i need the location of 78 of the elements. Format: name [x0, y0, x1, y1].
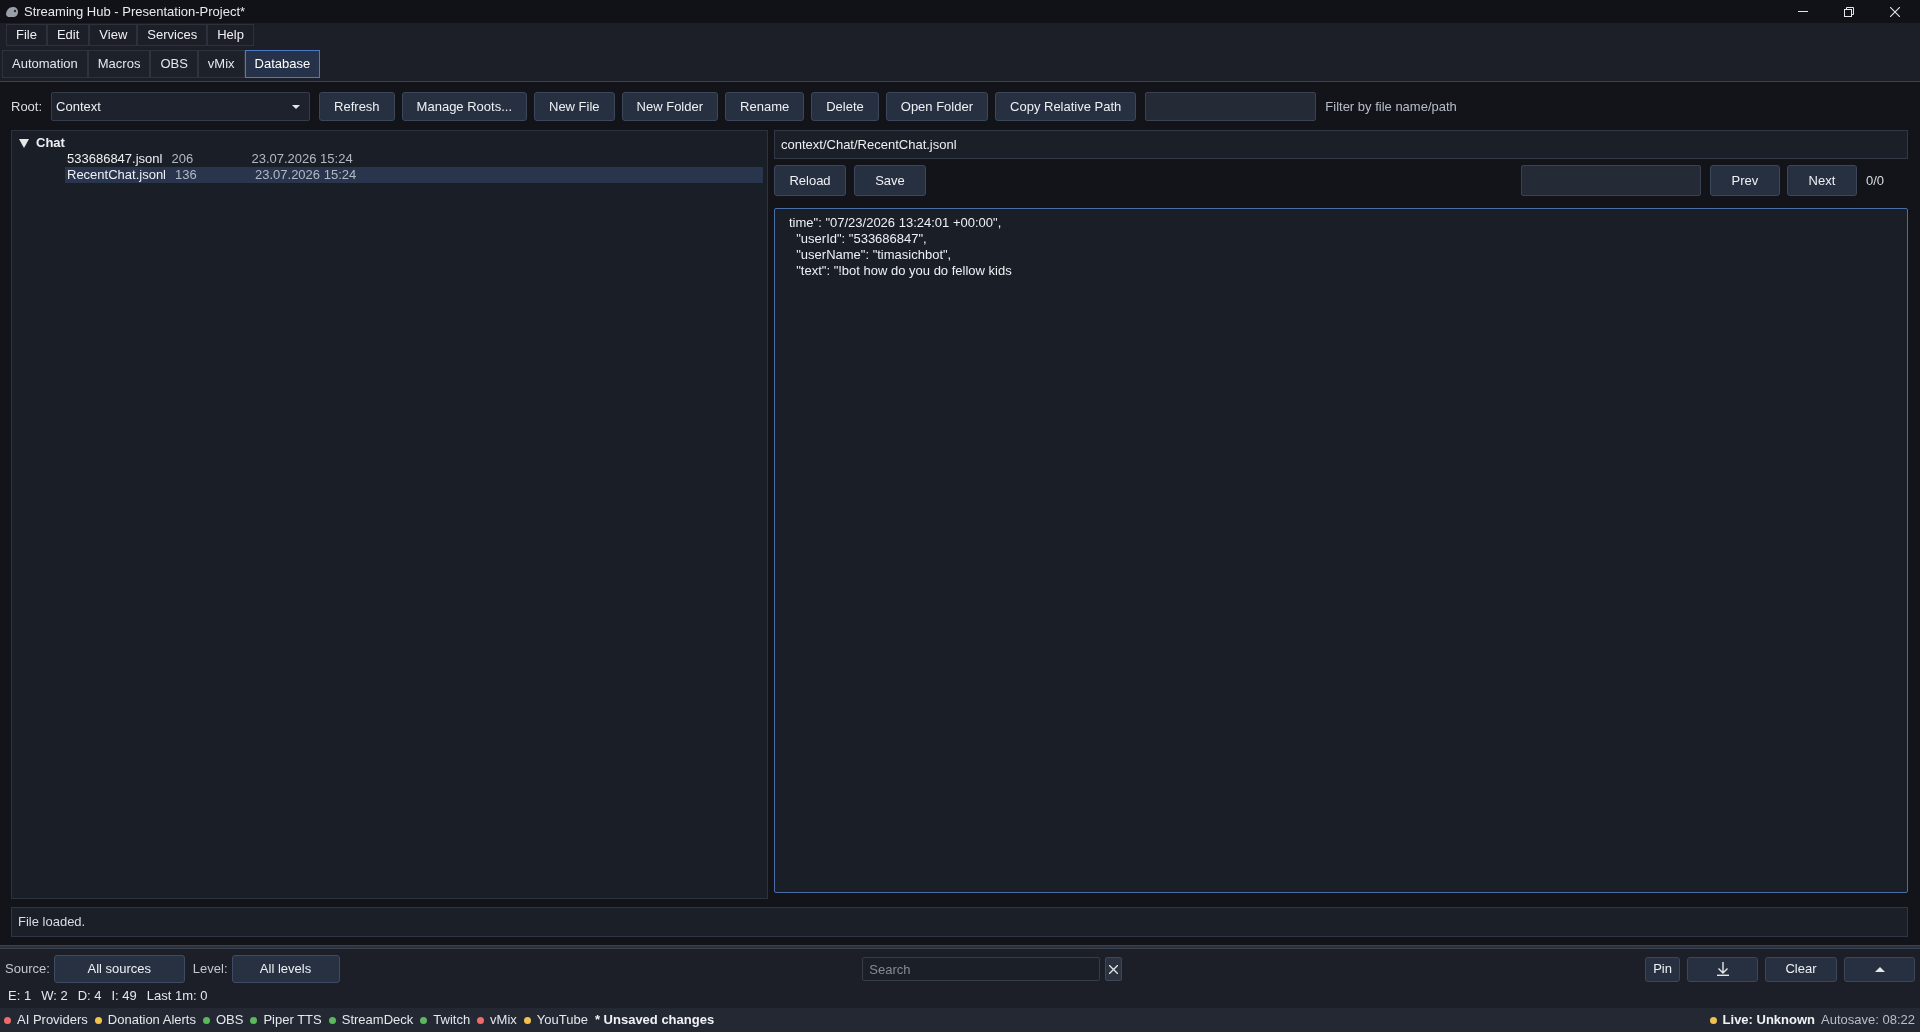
tab[interactable]: Macros: [87, 50, 151, 78]
service-name: Piper TTS: [263, 1012, 322, 1028]
editor-button[interactable]: Reload: [774, 165, 846, 196]
file-name: 533686847.jsonl: [67, 151, 163, 167]
toolbar-button[interactable]: Rename: [725, 92, 805, 121]
editor-line: "userName": "timasichbot",: [795, 247, 953, 263]
file-date: 23.07.2026 15:24: [255, 167, 357, 183]
tab[interactable]: Database: [244, 50, 321, 78]
unsaved-indicator: * Unsaved changes: [594, 1012, 715, 1028]
download-button[interactable]: [1687, 956, 1758, 982]
level-label: Level:: [192, 961, 228, 977]
match-count: 0/0: [1865, 172, 1884, 189]
source-dropdown[interactable]: All sources: [53, 955, 185, 983]
toolbar-button[interactable]: Delete: [811, 92, 879, 121]
service-name: Donation Alerts: [107, 1012, 196, 1028]
window-title: Streaming Hub - Presentation-Project*: [24, 3, 246, 20]
app-icon: [5, 5, 19, 18]
text-editor[interactable]: time": "07/23/2026 13:24:01 +00:00", "userId": "533686847", "userName": "timasichbot", "text": "!bot how do you do fellow kids: [774, 208, 1908, 893]
search-field[interactable]: Search: [862, 957, 1101, 981]
editor-line: time": "07/23/2026 13:24:01 +00:00",: [789, 215, 1003, 231]
editor-line: "text": "!bot how do you do fellow kids: [795, 263, 1013, 279]
expand-triangle-icon[interactable]: [19, 138, 29, 148]
triangle-up-icon: [1874, 966, 1885, 972]
log-button[interactable]: Pin: [1645, 956, 1680, 982]
restore-icon[interactable]: [1844, 6, 1854, 17]
tab[interactable]: OBS: [150, 50, 198, 78]
toolbar-button[interactable]: New Folder: [621, 92, 719, 121]
close-icon[interactable]: [1890, 6, 1900, 17]
service-name: AI Providers: [17, 1012, 88, 1028]
live-status: Live: Unknown: [1722, 1012, 1816, 1028]
caret-icon: [292, 104, 301, 109]
editor-line: "userId": "533686847",: [795, 231, 928, 247]
file-size: 206: [171, 151, 195, 167]
nav-button[interactable]: Next: [1786, 165, 1857, 196]
log-button[interactable]: Clear: [1765, 956, 1837, 982]
root-dropdown[interactable]: Context: [51, 92, 311, 121]
service-name: vMix: [490, 1012, 517, 1028]
menu-item[interactable]: Help: [207, 24, 254, 46]
menu-item[interactable]: View: [89, 24, 138, 46]
autosave-status: Autosave: 08:22: [1821, 1012, 1915, 1028]
log-stat: W: 2: [41, 987, 68, 1004]
download-icon: [1716, 962, 1729, 976]
find-field[interactable]: [1520, 165, 1701, 196]
file-name: RecentChat.jsonl: [67, 167, 166, 183]
toolbar-button[interactable]: Refresh: [319, 92, 395, 121]
toolbar-button[interactable]: Open Folder: [885, 92, 989, 121]
log-stat: D: 4: [77, 987, 102, 1004]
log-stat: Last 1m: 0: [146, 987, 208, 1004]
source-label: Source:: [5, 961, 50, 977]
menu-item[interactable]: Services: [137, 24, 208, 46]
status-message: File loaded.: [11, 907, 1908, 937]
file-date: 23.07.2026 15:24: [251, 151, 353, 167]
service-name: OBS: [216, 1012, 244, 1028]
toolbar-button[interactable]: Manage Roots...: [401, 92, 527, 121]
close-icon: [1109, 964, 1119, 974]
path-field[interactable]: context/Chat/RecentChat.jsonl: [774, 130, 1908, 159]
file-size: 136: [175, 167, 198, 183]
log-stat: E: 1: [8, 987, 32, 1004]
menu-item[interactable]: File: [6, 24, 47, 46]
menu-item[interactable]: Edit: [46, 24, 90, 46]
root-label: Root:: [11, 98, 43, 115]
tab[interactable]: Automation: [2, 50, 88, 78]
filter-input[interactable]: [1145, 92, 1317, 121]
service-name: YouTube: [536, 1012, 588, 1028]
level-dropdown[interactable]: All levels: [231, 955, 340, 983]
clear-search-button[interactable]: [1105, 957, 1123, 981]
folder-name: Chat: [36, 135, 65, 151]
service-name: Twitch: [433, 1012, 471, 1028]
log-stat: I: 49: [111, 987, 137, 1004]
tree-row[interactable]: RecentChat.jsonl 136 23.07.2026 15:24: [65, 167, 763, 183]
toolbar-button[interactable]: New File: [534, 92, 615, 121]
editor-button[interactable]: Save: [854, 165, 926, 196]
tab[interactable]: vMix: [197, 50, 245, 78]
toolbar-button[interactable]: Copy Relative Path: [995, 92, 1137, 121]
service-name: StreamDeck: [341, 1012, 414, 1028]
filter-label: Filter by file name/path: [1325, 98, 1457, 115]
nav-button[interactable]: Prev: [1709, 165, 1780, 196]
tree-row[interactable]: 533686847.jsonl 206 23.07.2026 15:24: [65, 151, 763, 167]
